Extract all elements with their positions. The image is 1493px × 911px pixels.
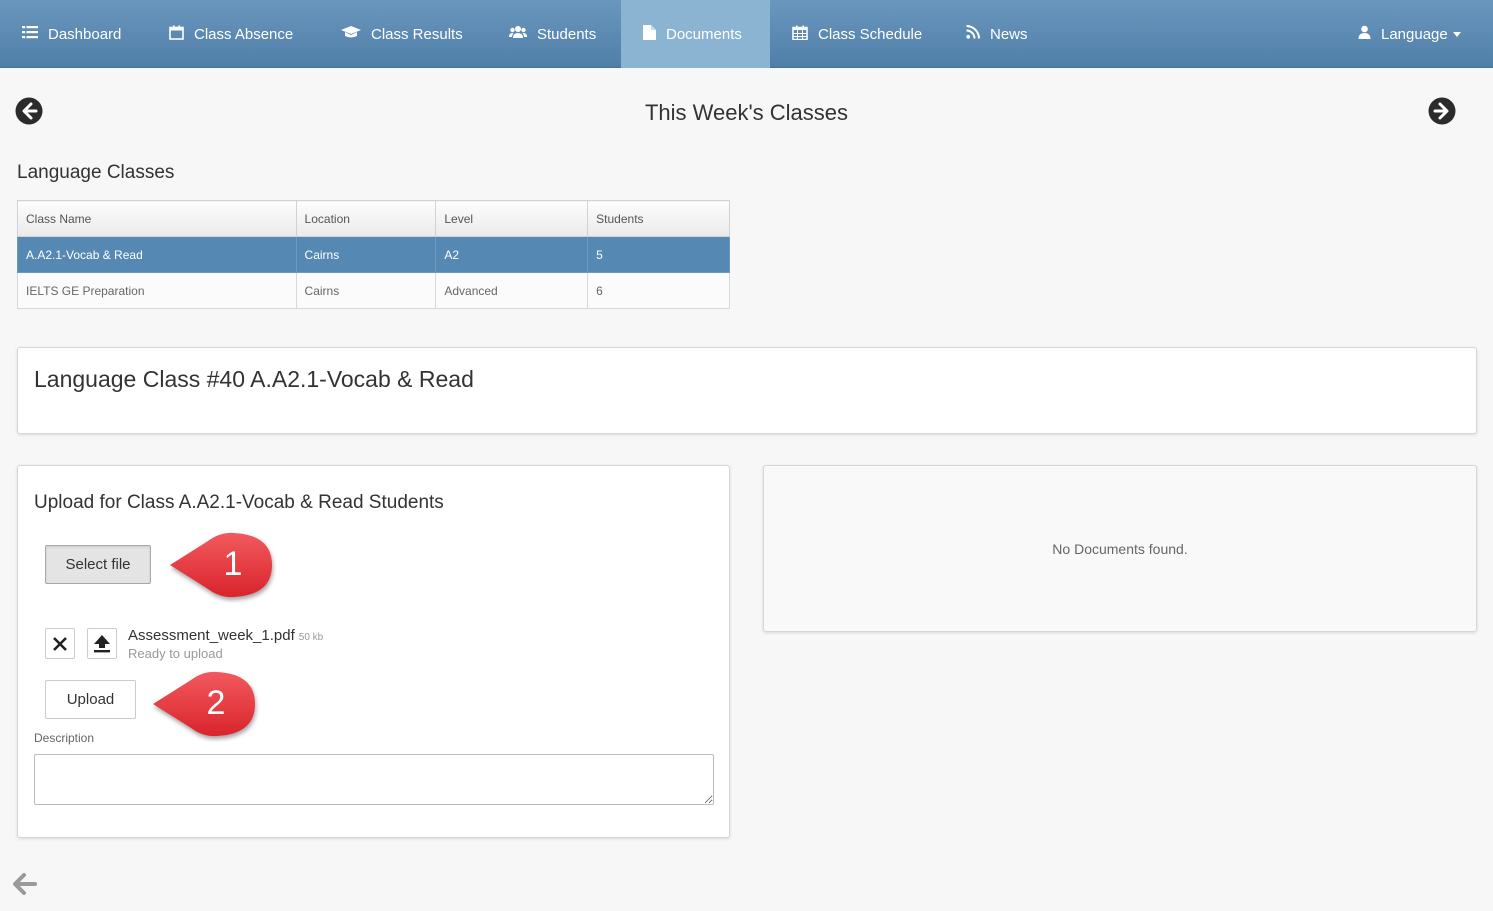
upload-panel: Upload for Class A.A2.1-Vocab & Read Stu… xyxy=(17,465,730,838)
rss-icon xyxy=(966,25,990,43)
column-header[interactable]: Students xyxy=(587,200,730,237)
nav-label: Dashboard xyxy=(48,25,122,43)
back-button[interactable] xyxy=(12,872,38,901)
arrow-left-icon xyxy=(13,873,37,895)
nav-label: Documents xyxy=(666,25,742,43)
nav-label: Class Absence xyxy=(194,25,294,43)
file-name: Assessment_week_1.pdf 50 kb xyxy=(128,627,323,644)
documents-panel: No Documents found. xyxy=(763,465,1477,632)
table-row[interactable]: IELTS GE Preparation Cairns Advanced 6 xyxy=(17,272,730,309)
callout-number: 1 xyxy=(223,545,243,583)
class-name-cell: A.A2.1-Vocab & Read xyxy=(17,236,297,273)
nav-label: News xyxy=(990,25,1028,43)
table-header-row: Class Name Location Level Students xyxy=(17,200,730,237)
students-cell: 6 xyxy=(587,272,730,309)
nav-label: Students xyxy=(537,25,597,43)
level-cell: A2 xyxy=(435,236,589,273)
nav-item-students[interactable]: Students xyxy=(509,0,596,68)
nav-item-class-schedule[interactable]: Class Schedule xyxy=(792,0,922,68)
column-header[interactable]: Location xyxy=(295,200,437,237)
level-cell: Advanced xyxy=(435,272,589,309)
language-label: Language xyxy=(1381,25,1448,43)
language-classes-heading: Language Classes xyxy=(17,162,175,183)
table-row[interactable]: A.A2.1-Vocab & Read Cairns A2 5 xyxy=(17,236,730,273)
column-header[interactable]: Level xyxy=(435,200,589,237)
callout-number: 2 xyxy=(206,684,226,722)
close-icon xyxy=(53,636,67,651)
upload-button[interactable]: Upload xyxy=(45,680,136,719)
no-documents-message: No Documents found. xyxy=(1052,541,1188,557)
next-week-button[interactable] xyxy=(1428,97,1456,125)
file-size: 50 kb xyxy=(298,632,324,643)
location-cell: Cairns xyxy=(295,236,437,273)
classes-table: Class Name Location Level Students A.A2.… xyxy=(17,200,730,309)
nav-item-class-absence[interactable]: Class Absence xyxy=(169,0,293,68)
location-cell: Cairns xyxy=(295,272,437,309)
description-field[interactable] xyxy=(34,754,714,805)
calendar-grid-icon xyxy=(792,25,818,44)
document-icon xyxy=(643,24,666,44)
graduation-cap-icon xyxy=(341,25,371,43)
top-navbar: Dashboard Class Absence Class Results St… xyxy=(0,0,1493,68)
page-title: This Week's Classes xyxy=(644,100,849,125)
users-icon xyxy=(509,25,537,43)
language-dropdown[interactable]: Language xyxy=(1358,0,1461,68)
description-label: Description xyxy=(34,731,95,745)
class-detail-panel: Language Class #40 A.A2.1-Vocab & Read xyxy=(17,347,1477,434)
callout-marker-1: 1 xyxy=(168,531,278,608)
students-cell: 5 xyxy=(587,236,730,273)
class-name-cell: IELTS GE Preparation xyxy=(17,272,297,309)
calendar-icon xyxy=(169,25,194,44)
arrow-circle-right-icon xyxy=(1428,97,1456,125)
column-header[interactable]: Class Name xyxy=(17,200,297,237)
file-name-text: Assessment_week_1.pdf xyxy=(128,627,295,644)
class-detail-title: Language Class #40 A.A2.1-Vocab & Read xyxy=(34,366,474,392)
remove-file-button[interactable] xyxy=(45,628,75,659)
nav-label: Class Results xyxy=(371,25,463,43)
nav-label: Class Schedule xyxy=(818,25,923,43)
user-icon xyxy=(1358,25,1381,43)
upload-file-button[interactable] xyxy=(87,628,117,659)
upload-title: Upload for Class A.A2.1-Vocab & Read Stu… xyxy=(34,492,444,513)
nav-item-news[interactable]: News xyxy=(966,0,1028,68)
nav-item-dashboard[interactable]: Dashboard xyxy=(22,0,121,68)
nav-item-documents[interactable]: Documents xyxy=(621,0,770,68)
caret-down-icon xyxy=(1452,31,1461,37)
nav-item-class-results[interactable]: Class Results xyxy=(341,0,463,68)
upload-icon xyxy=(94,635,110,653)
bars-icon xyxy=(22,25,48,43)
file-status: Ready to upload xyxy=(128,646,223,661)
callout-marker-2: 2 xyxy=(151,670,261,747)
select-file-button[interactable]: Select file xyxy=(45,545,151,584)
